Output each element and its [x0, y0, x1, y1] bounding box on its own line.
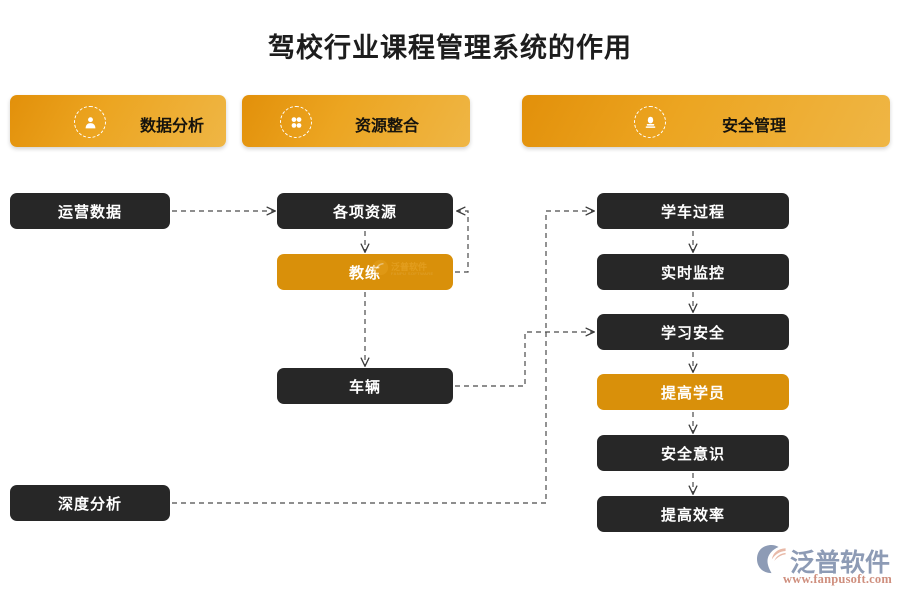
brand-logo: 泛普软件 www.fanpusoft.com	[756, 543, 892, 591]
flow-node-coach[interactable]: 教练	[277, 254, 453, 290]
banner-data-analysis[interactable]: 数据分析	[10, 95, 226, 147]
flow-node-improve-efficiency[interactable]: 提高效率	[597, 496, 789, 532]
flow-node-label: 提高效率	[660, 507, 725, 524]
banner-label: 安全管理	[722, 118, 787, 135]
flow-node-deep-analysis[interactable]: 深度分析	[10, 485, 170, 521]
banner-safety-management[interactable]: 安全管理	[522, 95, 890, 147]
banner-label: 资源整合	[355, 118, 420, 135]
flow-node-label: 运营数据	[57, 204, 122, 221]
seal-stamp-person-icon	[634, 106, 666, 138]
flow-node-improve-student[interactable]: 提高学员	[597, 374, 789, 410]
flow-node-label: 学习安全	[660, 325, 725, 342]
banner-resource-integration[interactable]: 资源整合	[242, 95, 470, 147]
diagram-canvas: 驾校行业课程管理系统的作用 数据分析 资源整合 安全管理 运营数据 各项资源 教…	[0, 0, 900, 600]
flow-node-realtime-monitor[interactable]: 实时监控	[597, 254, 789, 290]
brand-url: www.fanpusoft.com	[783, 572, 892, 586]
flow-node-safety-awareness[interactable]: 安全意识	[597, 435, 789, 471]
connector-coach-to-various-resources	[455, 211, 469, 273]
flow-node-various-resources[interactable]: 各项资源	[277, 193, 453, 229]
four-petal-grid-icon	[280, 106, 312, 138]
flow-node-vehicle[interactable]: 车辆	[277, 368, 453, 404]
banner-label: 数据分析	[140, 118, 205, 135]
flow-node-label: 实时监控	[660, 265, 725, 282]
flow-node-label: 提高学员	[660, 385, 725, 402]
flow-node-label: 车辆	[348, 379, 381, 396]
flow-node-label: 深度分析	[57, 496, 122, 513]
flow-node-operation-data[interactable]: 运营数据	[10, 193, 170, 229]
connector-vehicle-to-learning-safety	[455, 332, 594, 387]
fanpu-swirl-logo-icon	[757, 544, 786, 574]
person-in-circle-icon	[74, 106, 106, 138]
page-title: 驾校行业课程管理系统的作用	[268, 33, 632, 63]
flow-node-label: 教练	[348, 265, 381, 282]
flow-node-label: 学车过程	[660, 204, 725, 221]
flow-node-learning-safety[interactable]: 学习安全	[597, 314, 789, 350]
flow-node-driving-process[interactable]: 学车过程	[597, 193, 789, 229]
flow-node-label: 各项资源	[332, 204, 397, 221]
flow-node-label: 安全意识	[660, 446, 725, 463]
